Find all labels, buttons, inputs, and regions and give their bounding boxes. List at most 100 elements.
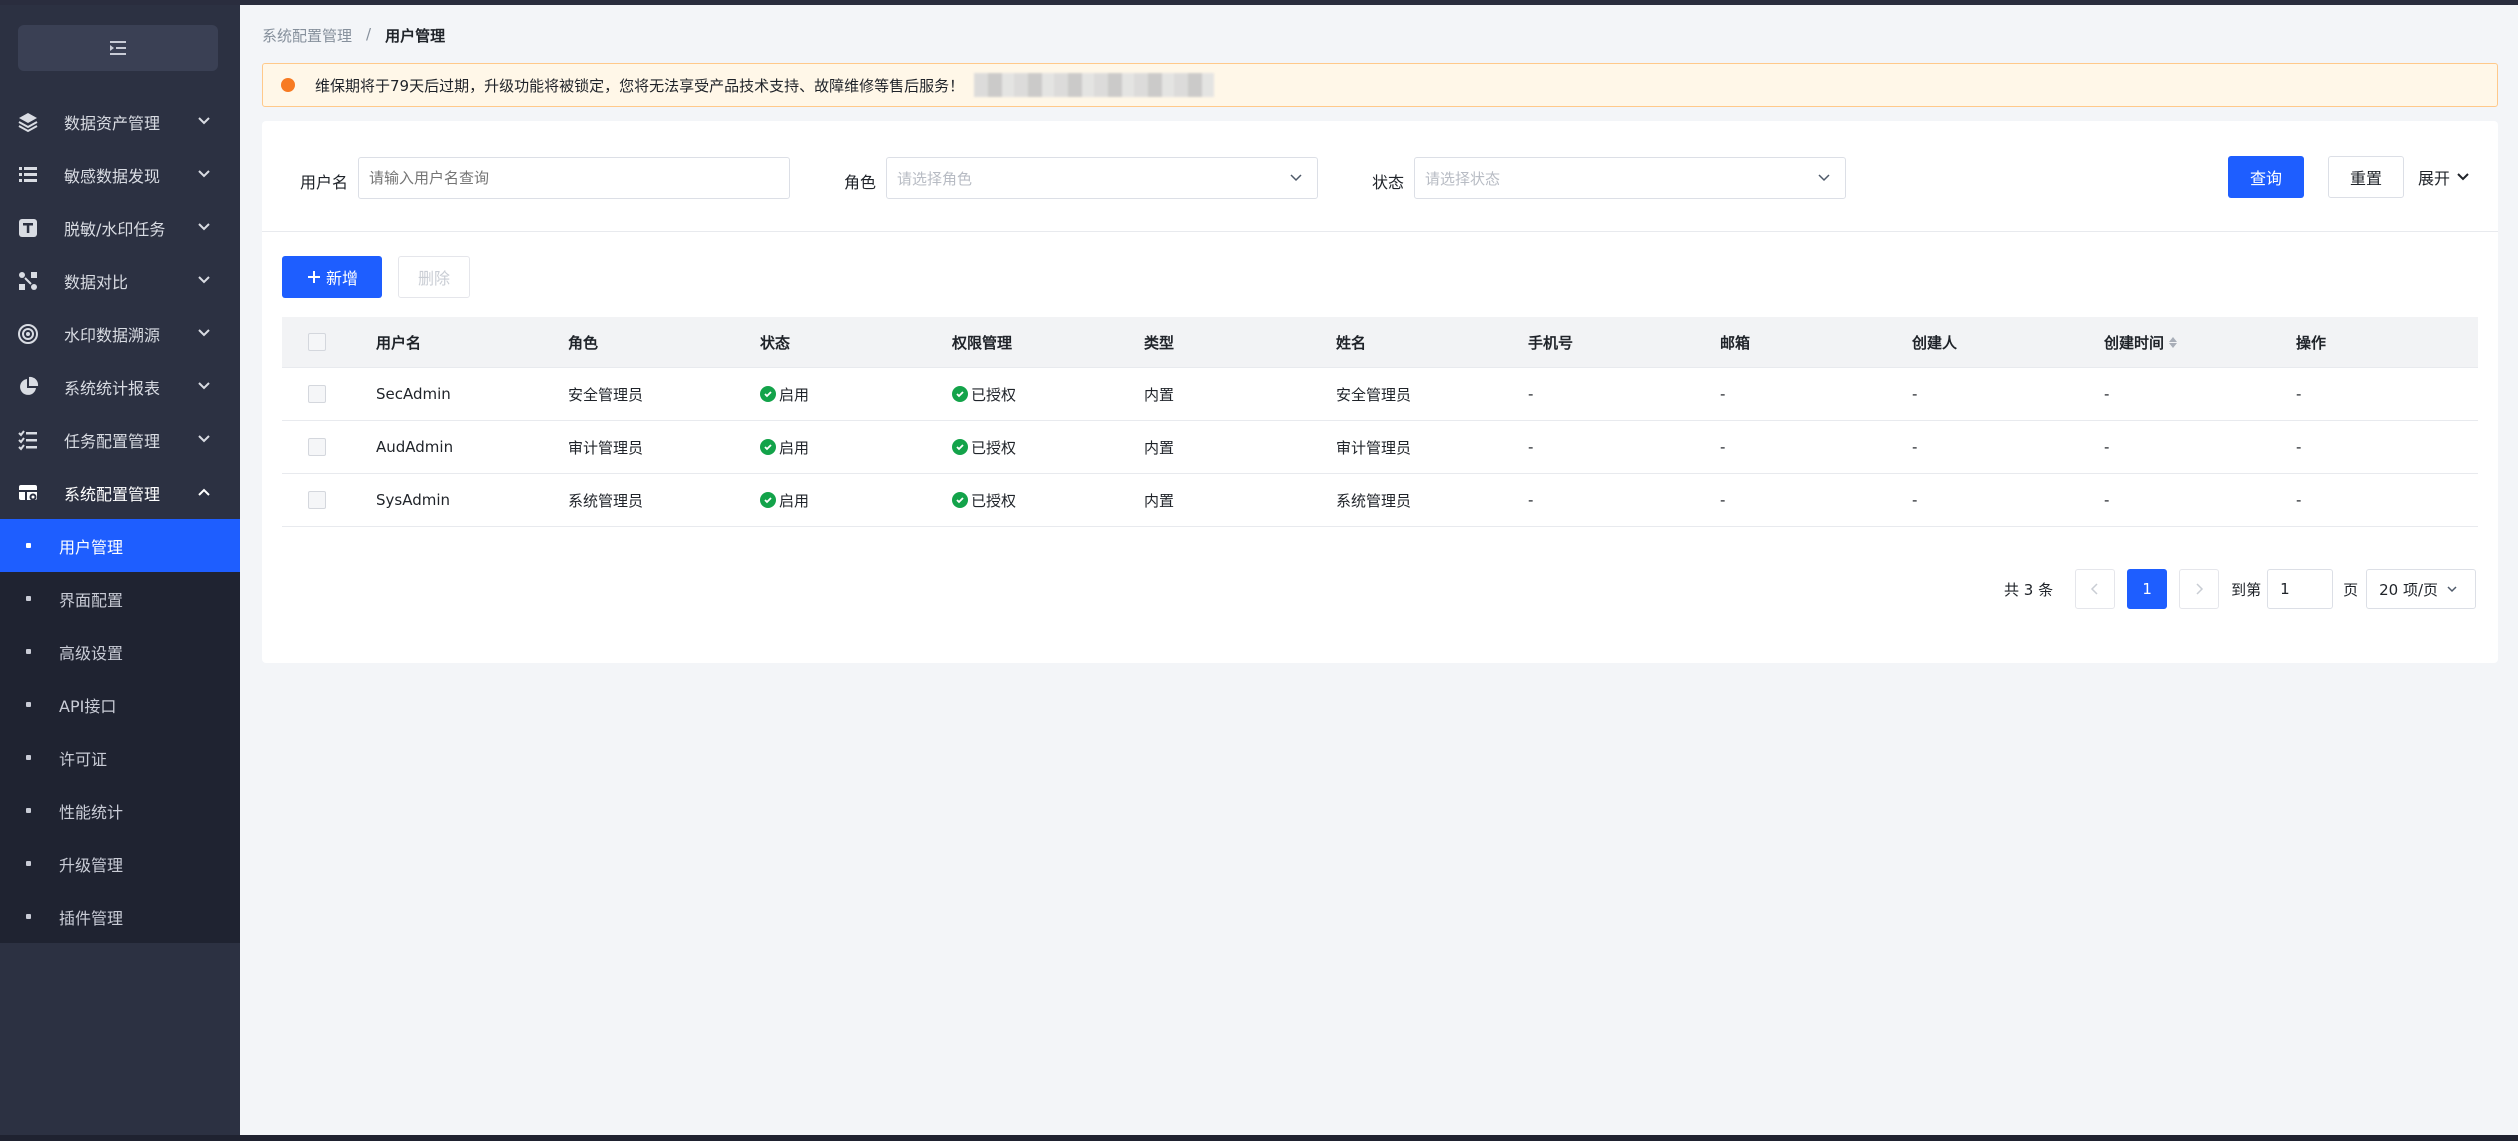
app-window: 数据资产管理 敏感数据发现 脱敏/水印任务 数据对比 水印数据溯源 系统统计报表… [0,0,2518,1141]
permission-text: 已授权 [971,438,1017,457]
goto-label: 到第 [2231,580,2262,599]
sidebar-subitem-user-management[interactable]: 用户管理 [0,519,240,572]
add-user-button[interactable]: 新增 [282,256,382,298]
permission-text: 已授权 [971,491,1017,510]
warning-dot-icon [281,78,295,92]
prev-page-button[interactable] [2075,569,2116,609]
chevron-down-icon [198,329,210,337]
goto-page-value: 1 [2280,580,2290,598]
checklist-icon [16,428,40,452]
status-select-placeholder: 请选择状态 [1425,169,1501,188]
status-text: 启用 [779,385,810,404]
table-row: SysAdmin 系统管理员 启用 已授权 内置 系统管理员 - - - - - [282,474,2478,527]
bullet-icon [26,702,31,707]
sidebar-item-data-compare[interactable]: 数据对比 [0,254,240,307]
row-checkbox-cell [282,491,376,509]
chevron-down-icon [2447,586,2457,593]
pagination: 共 3 条 1 到第 1 页 20 项/页 [2004,567,2477,611]
query-button[interactable]: 查询 [2228,156,2304,198]
reset-button[interactable]: 重置 [2328,156,2404,198]
status-text: 启用 [779,438,810,457]
check-circle-icon [952,492,968,508]
cell-permission: 已授权 [952,490,1144,511]
bullet-icon [26,861,31,866]
bullet-icon [26,755,31,760]
chevron-down-icon [198,223,210,231]
row-checkbox-cell [282,438,376,456]
username-search-input[interactable] [358,157,790,199]
cell-role: 审计管理员 [568,438,644,457]
chevron-up-icon [198,488,210,496]
cell-permission: 已授权 [952,437,1144,458]
select-all-checkbox[interactable] [308,333,326,351]
username-filter-label: 用户名 [300,173,349,192]
bullet-icon [26,596,31,601]
sidebar-item-label: 系统配置管理 [64,484,161,504]
row-checkbox[interactable] [308,438,326,456]
sidebar-item-watermark-trace[interactable]: 水印数据溯源 [0,307,240,360]
sidebar-item-stats-report[interactable]: 系统统计报表 [0,360,240,413]
status-select[interactable]: 请选择状态 [1414,157,1846,199]
cell-name: 审计管理员 [1336,438,1412,457]
cell-status: 启用 [760,437,952,458]
collapse-menu-button[interactable] [18,25,218,71]
sidebar-subitem-upgrade[interactable]: 升级管理 [0,837,240,890]
sidebar-item-sensitive-discovery[interactable]: 敏感数据发现 [0,148,240,201]
cell-role: 安全管理员 [568,385,644,404]
sidebar-item-label: 水印数据溯源 [64,325,161,345]
sidebar-item-system-config[interactable]: 系统配置管理 [0,466,240,519]
delete-button[interactable]: 删除 [398,256,470,298]
sidebar-item-data-assets[interactable]: 数据资产管理 [0,95,240,148]
sidebar-subitem-ui-config[interactable]: 界面配置 [0,572,240,625]
chevron-down-icon [198,382,210,390]
sidebar-subitem-license[interactable]: 许可证 [0,731,240,784]
role-select[interactable]: 请选择角色 [886,157,1318,199]
column-header: 权限管理 [952,333,1013,352]
pie-chart-icon [16,375,40,399]
permission-text: 已授权 [971,385,1017,404]
sidebar-item-task-config[interactable]: 任务配置管理 [0,413,240,466]
sidebar-item-label: 数据资产管理 [64,113,161,133]
next-page-button[interactable] [2179,569,2220,609]
table-header: 用户名 角色 状态 权限管理 类型 姓名 手机号 邮箱 创建人 创建时间 操作 [282,317,2478,368]
main-content: 系统配置管理 / 用户管理 维保期将于79天后过期，升级功能将被锁定，您将无法享… [240,5,2518,1135]
header-checkbox-cell [282,333,376,351]
row-checkbox[interactable] [308,385,326,403]
cell-username: SysAdmin [376,491,451,509]
sidebar-subitem-performance[interactable]: 性能统计 [0,784,240,837]
user-list-card: 用户名 角色 请选择角色 状态 请选择状态 查询 重置 展开 新增 [262,121,2498,663]
cell-type: 内置 [1144,438,1175,457]
row-checkbox[interactable] [308,491,326,509]
sidebar-item-label: 数据对比 [64,272,129,292]
chevron-down-icon [1290,174,1302,182]
column-header: 邮箱 [1720,333,1751,352]
chevron-down-icon [198,435,210,443]
sidebar-item-mask-watermark-task[interactable]: 脱敏/水印任务 [0,201,240,254]
sidebar-subitem-api[interactable]: API接口 [0,678,240,731]
page-button-1[interactable]: 1 [2127,569,2168,609]
cell-permission: 已授权 [952,384,1144,405]
compare-icon [16,269,40,293]
bullet-icon [26,649,31,654]
goto-page-input[interactable]: 1 [2267,569,2334,609]
sidebar-subitem-advanced-settings[interactable]: 高级设置 [0,625,240,678]
side-menu: 数据资产管理 敏感数据发现 脱敏/水印任务 数据对比 水印数据溯源 系统统计报表… [0,95,240,943]
cell-email: - [1720,385,1726,403]
chevron-down-icon [2457,173,2469,181]
breadcrumb-parent[interactable]: 系统配置管理 [262,25,352,46]
pagination-total: 共 3 条 [2004,580,2054,599]
sidebar-subitem-plugins[interactable]: 插件管理 [0,890,240,943]
cell-status: 启用 [760,490,952,511]
sort-icon[interactable] [2169,336,2178,348]
cell-phone: - [1528,491,1534,509]
cell-created-time: - [2104,438,2110,456]
expand-filters-toggle[interactable]: 展开 [2418,165,2470,189]
cell-role: 系统管理员 [568,491,644,510]
cell-creator: - [1912,385,1918,403]
breadcrumb-current: 用户管理 [385,27,446,45]
cell-email: - [1720,491,1726,509]
plus-icon [307,271,320,283]
check-circle-icon [760,492,776,508]
column-header-sortable[interactable]: 创建时间 [2104,332,2296,353]
page-size-select[interactable]: 20 项/页 [2366,569,2477,609]
